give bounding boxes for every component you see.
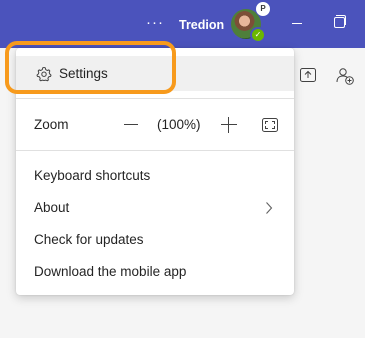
minus-icon[interactable] [124, 124, 138, 125]
share-screen-icon[interactable] [300, 68, 316, 82]
avatar-badge: P [255, 1, 271, 17]
minimize-icon[interactable] [292, 23, 302, 24]
menu-item-label: Download the mobile app [34, 264, 187, 279]
organization-name[interactable]: Tredion [179, 16, 224, 34]
plus-icon[interactable] [221, 117, 237, 133]
more-options-icon[interactable]: ··· [146, 13, 164, 33]
divider [16, 98, 294, 99]
chevron-right-icon [266, 202, 273, 214]
zoom-value: (100%) [157, 117, 201, 132]
divider [16, 150, 294, 151]
menu-item-label: Keyboard shortcuts [34, 168, 151, 183]
presence-available-icon: ✓ [250, 27, 266, 43]
menu-item-download-mobile-app[interactable]: Download the mobile app [16, 256, 294, 288]
menu-item-label: About [34, 200, 70, 215]
menu-item-label: Check for updates [34, 232, 144, 247]
add-people-icon[interactable] [336, 67, 354, 85]
settings-highlight-callout [5, 41, 176, 94]
restore-window-icon[interactable] [334, 15, 346, 28]
menu-item-about[interactable]: About [16, 192, 294, 224]
zoom-label: Zoom [34, 117, 69, 132]
menu-item-check-for-updates[interactable]: Check for updates [16, 224, 294, 256]
menu-item-keyboard-shortcuts[interactable]: Keyboard shortcuts [16, 160, 294, 192]
zoom-row: Zoom (100%) [16, 108, 294, 142]
fullscreen-icon[interactable] [262, 118, 278, 132]
